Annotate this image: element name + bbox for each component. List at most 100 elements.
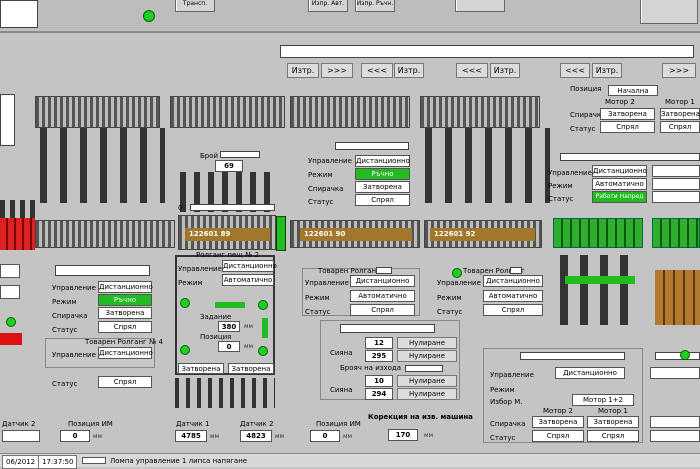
rt-m2-val-1: Затворена bbox=[600, 108, 655, 120]
sensor-label-3: Датчик 1 bbox=[176, 420, 210, 428]
zero-header bbox=[190, 204, 275, 211]
status-lamp bbox=[143, 10, 155, 22]
top-strip: Трансп. Изпр. Авт. Изпр. Ръчн. bbox=[0, 0, 700, 30]
siyana-label-1: Сияна bbox=[330, 349, 353, 357]
siyana-v1: 12 bbox=[365, 337, 393, 349]
left-val-4: Спрял bbox=[98, 321, 152, 333]
zad-value: 380 bbox=[218, 321, 240, 332]
rollers-right bbox=[560, 255, 640, 325]
brojach-izhod-label: Брояч на изхода bbox=[340, 364, 402, 372]
top-button-4[interactable] bbox=[455, 0, 505, 12]
poz-value: 0 bbox=[218, 341, 240, 352]
rolgang2-lamp-4 bbox=[258, 346, 268, 356]
rt-row-2: Статус bbox=[570, 125, 596, 133]
reset-button-1[interactable]: Нулиране bbox=[397, 337, 457, 349]
tovaren-val-2: Автоматично bbox=[350, 290, 415, 302]
br-m2-val-2: Спрял bbox=[532, 430, 584, 442]
fr-box-1 bbox=[650, 367, 700, 379]
tovaren2-val-1: Дистанционно bbox=[483, 275, 543, 287]
rm-val-3: Работи Напред bbox=[592, 191, 647, 203]
br-val-3: Мотор 1+2 bbox=[572, 394, 634, 406]
top-button-1[interactable]: Трансп. bbox=[175, 0, 215, 12]
nav-btn-6[interactable]: Изтр. bbox=[490, 63, 520, 78]
tovaren2-lamp bbox=[452, 268, 462, 278]
sensor-value-5: 0 bbox=[310, 430, 340, 442]
tovaren-row-3: Статус bbox=[305, 308, 331, 316]
siyana-label-2: Сияна bbox=[330, 386, 353, 394]
green-bar-right bbox=[565, 276, 635, 284]
rolgang2-title: Ролганг пещ № 2 bbox=[196, 251, 260, 259]
tovaren-row-2: Режим bbox=[305, 294, 330, 302]
nav-btn-1[interactable]: Изтр. bbox=[287, 63, 319, 78]
nav-btn-9[interactable]: >>> bbox=[662, 63, 696, 78]
rm-val-1: Дистанционно bbox=[592, 165, 647, 177]
left-cabinet bbox=[0, 94, 15, 146]
fr-header bbox=[655, 352, 700, 360]
position-label: Позиция bbox=[570, 85, 602, 93]
tovaren2-val-2: Автоматично bbox=[483, 290, 543, 302]
motor2-label: Мотор 2 bbox=[605, 98, 635, 106]
rm-row-2: Режим bbox=[548, 182, 573, 190]
center-value-4: Спрял bbox=[355, 194, 410, 206]
korekcia-label: Корекция на изв. машина bbox=[368, 413, 473, 421]
reset-button-2[interactable]: Нулиране bbox=[397, 350, 457, 362]
nav-btn-3[interactable]: <<< bbox=[361, 63, 393, 78]
center-value-3: Затворена bbox=[355, 181, 410, 193]
reset-button-3[interactable]: Нулиране bbox=[397, 375, 457, 387]
tag-3: 122601 92 bbox=[430, 228, 535, 241]
tovaren-val-1: Дистанционно bbox=[350, 275, 415, 287]
tag-1: 122601 89 bbox=[185, 228, 270, 241]
rm-header bbox=[560, 153, 700, 161]
reset-button-4[interactable]: Нулиране bbox=[397, 388, 457, 400]
tovaren-val-3: Спрял bbox=[350, 304, 415, 316]
left-row-1: Управление bbox=[52, 284, 96, 292]
poz-unit: мм bbox=[244, 343, 254, 350]
brojach-header bbox=[220, 151, 260, 158]
br-row-2: Режим bbox=[490, 386, 515, 394]
tovaren2-row-3: Статус bbox=[437, 308, 463, 316]
top-button-5[interactable] bbox=[640, 0, 698, 24]
left-row-3: Спирачка bbox=[52, 312, 88, 320]
conveyor-upper-3 bbox=[290, 96, 410, 128]
conveyor-upper-4 bbox=[420, 96, 540, 128]
sensor-value-1 bbox=[2, 430, 40, 442]
nav-btn-4[interactable]: Изтр. bbox=[394, 63, 424, 78]
red-conveyor bbox=[0, 218, 35, 250]
center-value-1: Дистанционно bbox=[355, 155, 410, 167]
zero-label: 0 bbox=[178, 204, 183, 212]
green-conveyor-2 bbox=[652, 218, 700, 248]
green-arrow-left bbox=[215, 302, 245, 308]
tovaren-title-box bbox=[376, 267, 392, 274]
left-val-2: Ръчно bbox=[98, 294, 152, 306]
sensor-unit-4: мм bbox=[275, 433, 285, 440]
left-lower-row-2: Статус bbox=[52, 380, 78, 388]
left-panel-header bbox=[55, 265, 150, 276]
sensor-unit-2: мм bbox=[93, 433, 103, 440]
nav-btn-7[interactable]: <<< bbox=[560, 63, 590, 78]
center-row-label-1: Управление bbox=[308, 157, 352, 165]
rt-m2-val-2: Спрял bbox=[600, 121, 655, 133]
siyana-v2: 295 bbox=[365, 350, 393, 362]
rolgang2-row-2: Режим bbox=[178, 279, 203, 287]
br-val-1: Дистанционно bbox=[555, 367, 625, 379]
rm-row-3: Статус bbox=[548, 195, 574, 203]
nav-btn-2[interactable]: >>> bbox=[321, 63, 353, 78]
left-lower-row-1: Управление bbox=[52, 351, 96, 359]
divider bbox=[0, 31, 700, 33]
header-bar bbox=[280, 45, 694, 58]
left-row-4: Статус bbox=[52, 326, 78, 334]
nav-btn-8[interactable]: Изтр. bbox=[592, 63, 622, 78]
top-button-3[interactable]: Изпр. Ръчн. bbox=[355, 0, 395, 12]
nav-btn-5[interactable]: <<< bbox=[456, 63, 488, 78]
green-door bbox=[276, 216, 286, 251]
br-row-3: Избор М. bbox=[490, 398, 523, 406]
rolgang2-val-1: Дистанционно bbox=[222, 260, 277, 272]
conveyor-upper-1 bbox=[35, 96, 160, 128]
left-lower-heading: Товарен Ролганг № 4 bbox=[85, 338, 163, 346]
top-button-2[interactable]: Изпр. Авт. bbox=[308, 0, 348, 12]
posts-2 bbox=[425, 128, 550, 203]
center-panel-header bbox=[335, 142, 409, 150]
siyana-header bbox=[340, 324, 435, 333]
br-header bbox=[520, 352, 625, 360]
green-conveyor-1 bbox=[553, 218, 643, 248]
